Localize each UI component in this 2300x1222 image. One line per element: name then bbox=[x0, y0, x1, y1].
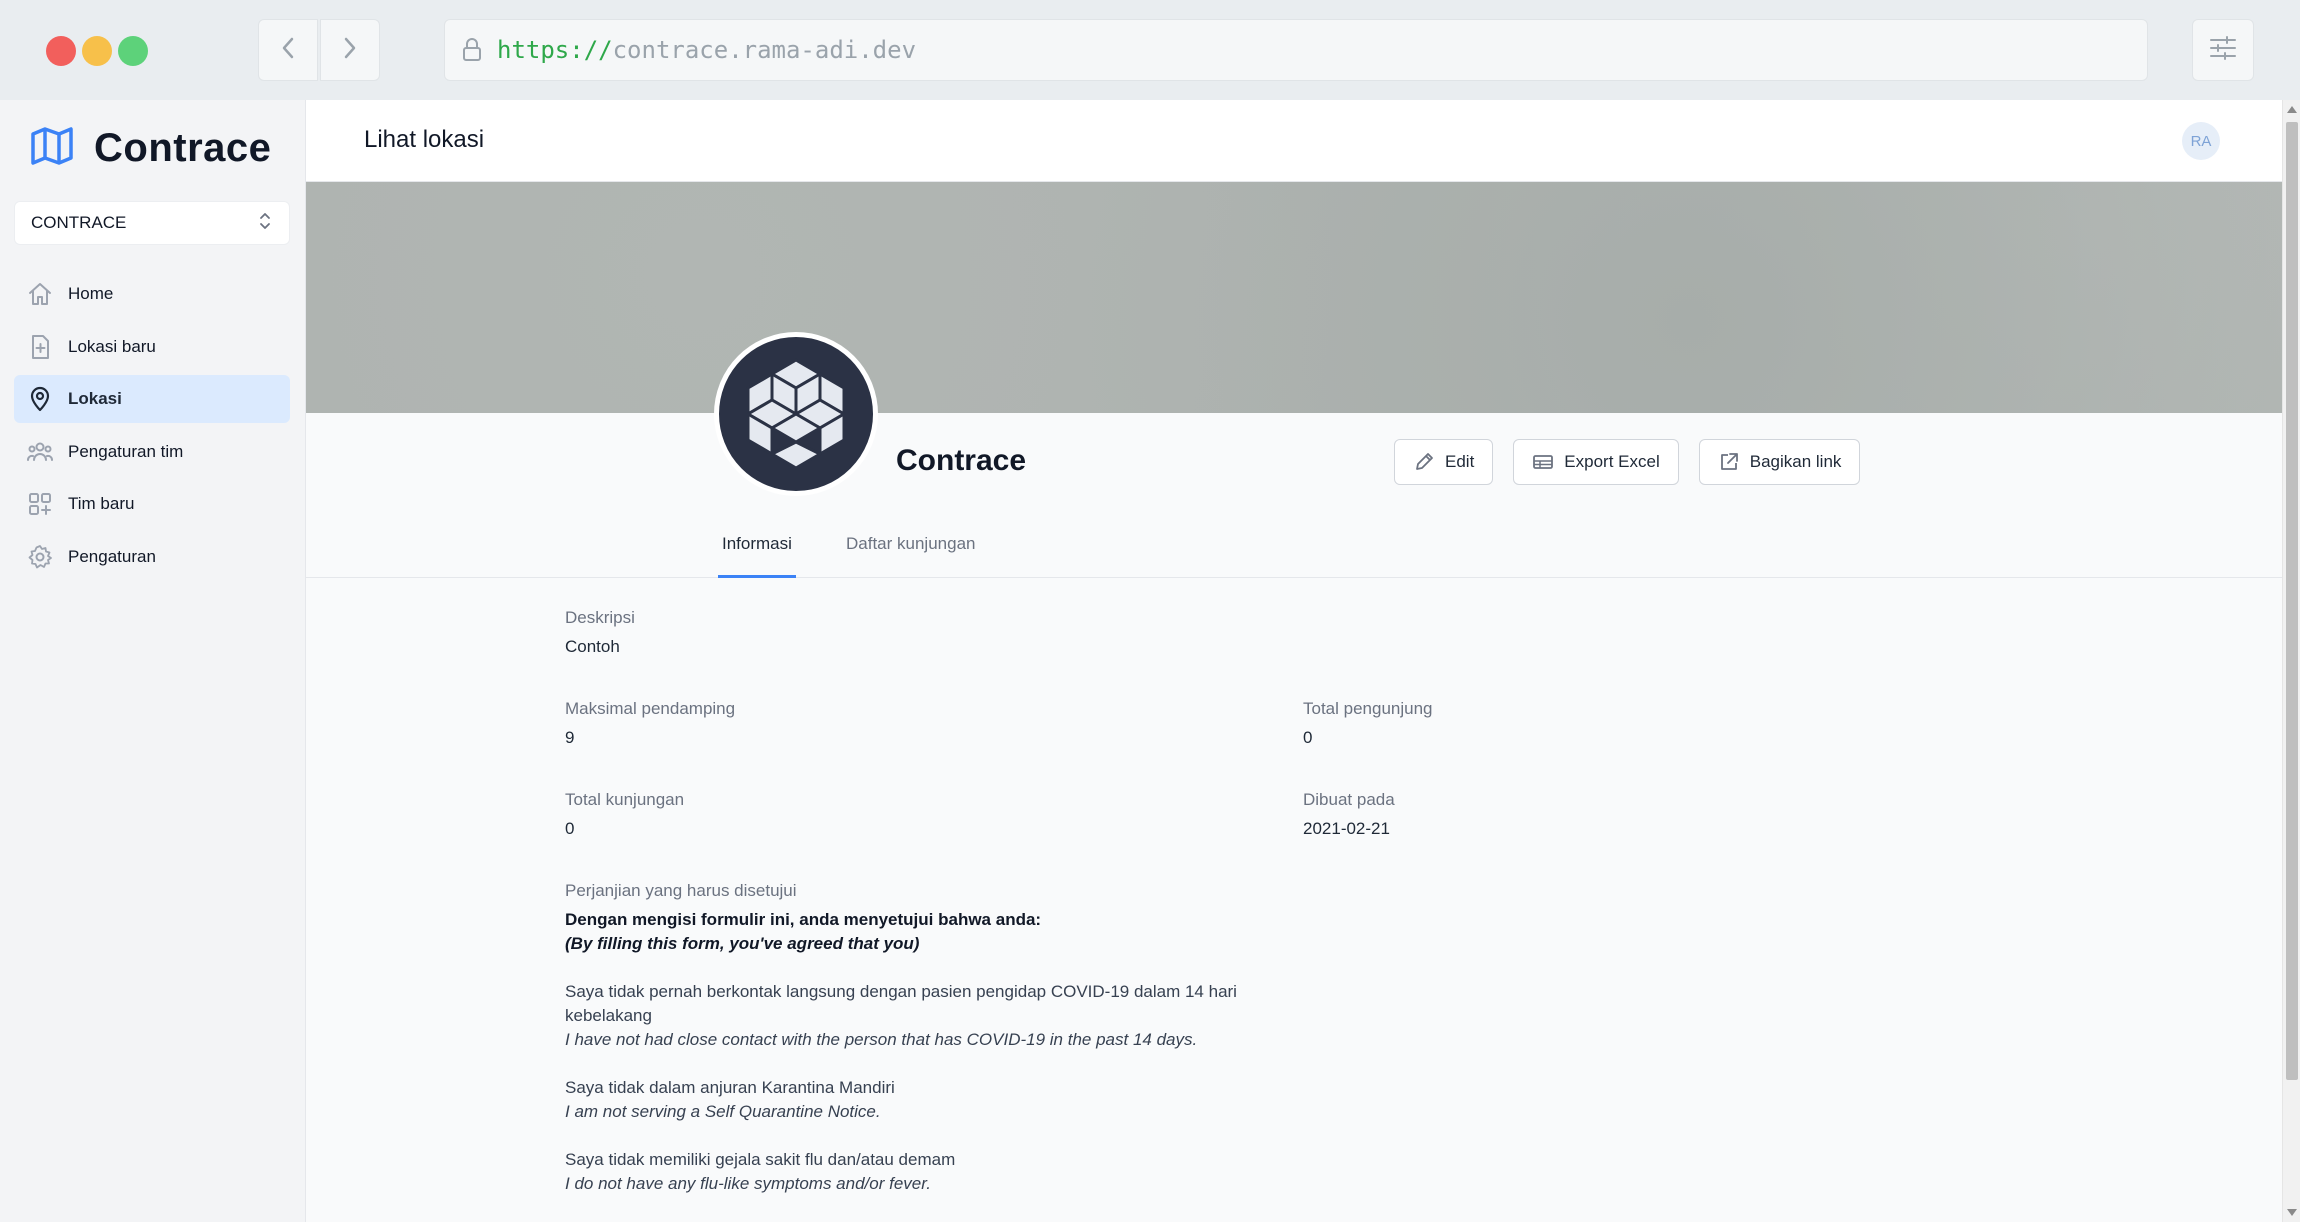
agreement-label: Perjanjian yang harus disetujui bbox=[565, 881, 797, 900]
sidebar-item-pengaturan[interactable]: Pengaturan bbox=[14, 533, 290, 581]
sidebar-item-tim-baru[interactable]: Tim baru bbox=[14, 480, 290, 528]
gear-icon bbox=[26, 543, 54, 571]
external-link-icon bbox=[1718, 451, 1740, 473]
pencil-icon bbox=[1413, 451, 1435, 473]
sidebar-nav: Home Lokasi baru Lokasi Pengaturan tim T… bbox=[14, 270, 290, 585]
browser-forward-button[interactable] bbox=[320, 19, 380, 81]
description-label: Deskripsi bbox=[565, 608, 635, 627]
agreement-item: Saya tidak memiliki gejala sakit flu dan… bbox=[565, 1150, 956, 1169]
sidebar-item-label: Pengaturan tim bbox=[68, 441, 184, 461]
scroll-thumb[interactable] bbox=[2286, 122, 2298, 1080]
scroll-up-arrow[interactable] bbox=[2287, 106, 2297, 113]
location-actions: Edit Export Excel Bagikan link bbox=[1394, 439, 1880, 485]
home-icon bbox=[26, 280, 54, 308]
file-plus-icon bbox=[26, 333, 54, 361]
sliders-icon bbox=[2209, 35, 2237, 66]
location-tabs: Informasi Daftar kunjungan bbox=[306, 520, 2282, 578]
agreement-item: Saya tidak dalam anjuran Karantina Mandi… bbox=[565, 1078, 895, 1097]
location-pin-icon bbox=[26, 385, 54, 413]
url-host: contrace.rama-adi.dev bbox=[612, 36, 917, 64]
lock-icon bbox=[457, 35, 487, 65]
location-name: Contrace bbox=[896, 444, 1027, 477]
cover-image bbox=[306, 182, 2282, 413]
sidebar-item-lokasi[interactable]: Lokasi bbox=[14, 375, 290, 423]
sidebar-item-label: Home bbox=[68, 284, 114, 303]
agreement-intro: Dengan mengisi formulir ini, anda menyet… bbox=[565, 910, 1042, 929]
edit-button[interactable]: Edit bbox=[1394, 439, 1494, 485]
avatar[interactable]: RA bbox=[2182, 122, 2220, 160]
sidebar-item-lokasi-baru[interactable]: Lokasi baru bbox=[14, 323, 290, 371]
agreement-item-english: I have not had close contact with the pe… bbox=[565, 1030, 1198, 1049]
share-link-button-label: Bagikan link bbox=[1749, 452, 1842, 471]
window-minimize-button[interactable] bbox=[82, 36, 112, 66]
topbar: Lihat lokasi RA bbox=[306, 100, 2282, 182]
page-scrollbar[interactable] bbox=[2282, 100, 2300, 1222]
max-companion-label: Maksimal pendamping bbox=[565, 699, 736, 718]
window-maximize-button[interactable] bbox=[118, 36, 148, 66]
agreement-item: Saya tidak pernah berkontak langsung den… bbox=[565, 982, 1237, 1025]
browser-back-button[interactable] bbox=[258, 19, 318, 81]
browser-settings-button[interactable] bbox=[2192, 19, 2254, 81]
add-grid-icon bbox=[26, 490, 54, 518]
sidebar-item-label: Pengaturan bbox=[68, 546, 156, 566]
window-close-button[interactable] bbox=[46, 36, 76, 66]
browser-chrome: https://contrace.rama-adi.dev bbox=[0, 0, 2300, 100]
created-value: 2021-02-21 bbox=[1303, 819, 1390, 838]
total-visits-value: 0 bbox=[565, 819, 575, 838]
share-link-button[interactable]: Bagikan link bbox=[1698, 439, 1861, 485]
chevron-right-icon bbox=[342, 36, 358, 65]
brand[interactable]: Contrace bbox=[30, 126, 271, 171]
total-visits-label: Total kunjungan bbox=[565, 790, 685, 809]
agreement-item-english: I do not have any flu-like symptoms and/… bbox=[565, 1174, 931, 1193]
page-title: Lihat lokasi bbox=[364, 126, 485, 153]
sidebar-item-home[interactable]: Home bbox=[14, 270, 290, 318]
cube-logo-icon bbox=[746, 358, 846, 470]
url-text: https://contrace.rama-adi.dev bbox=[497, 36, 916, 64]
team-selector[interactable]: CONTRACE bbox=[14, 201, 290, 245]
total-visitors-value: 0 bbox=[1303, 728, 1313, 747]
users-icon bbox=[26, 438, 54, 466]
description-value: Contoh bbox=[565, 637, 620, 656]
tab-daftar-kunjungan[interactable]: Daftar kunjungan bbox=[846, 534, 975, 578]
chevron-left-icon bbox=[280, 36, 296, 65]
sidebar: Contrace CONTRACE Home Lokasi baru Lokas… bbox=[0, 100, 306, 1222]
address-bar[interactable]: https://contrace.rama-adi.dev bbox=[444, 19, 2148, 81]
sidebar-item-label: Lokasi bbox=[68, 389, 122, 408]
export-excel-button-label: Export Excel bbox=[1564, 452, 1660, 471]
brand-name: Contrace bbox=[94, 126, 272, 170]
map-icon bbox=[30, 126, 74, 171]
agreement-item-english: I am not serving a Self Quarantine Notic… bbox=[565, 1102, 881, 1121]
total-visitors-label: Total pengunjung bbox=[1303, 699, 1433, 718]
tab-informasi[interactable]: Informasi bbox=[718, 534, 796, 578]
created-label: Dibuat pada bbox=[1303, 790, 1395, 809]
url-scheme: https:// bbox=[497, 36, 613, 64]
team-selector-value: CONTRACE bbox=[31, 213, 127, 232]
export-excel-button[interactable]: Export Excel bbox=[1513, 439, 1679, 485]
max-companion-value: 9 bbox=[565, 728, 575, 747]
main-content: Lihat lokasi RA Contrace Edit Export Exc… bbox=[306, 100, 2282, 1222]
sidebar-item-label: Tim baru bbox=[68, 494, 135, 513]
agreement-text: Dengan mengisi formulir ini, anda menyet… bbox=[565, 908, 1265, 1196]
agreement-intro-english: (By filling this form, you've agreed tha… bbox=[565, 934, 920, 953]
sidebar-item-label: Lokasi baru bbox=[68, 336, 156, 356]
location-logo bbox=[714, 332, 878, 496]
chevron-up-down-icon bbox=[259, 211, 271, 236]
table-icon bbox=[1532, 451, 1554, 473]
sidebar-item-pengaturan-tim[interactable]: Pengaturan tim bbox=[14, 428, 290, 476]
edit-button-label: Edit bbox=[1445, 452, 1475, 471]
scroll-down-arrow[interactable] bbox=[2287, 1209, 2297, 1216]
